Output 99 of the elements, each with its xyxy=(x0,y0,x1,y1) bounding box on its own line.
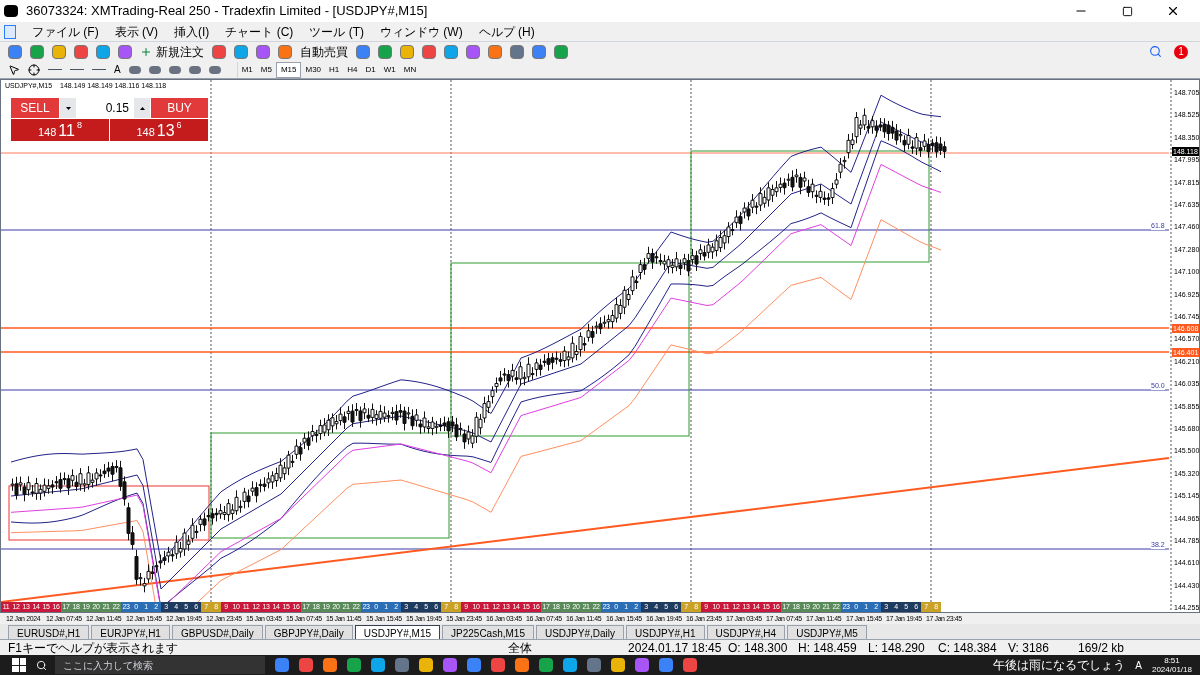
timeframe-button[interactable]: H1 xyxy=(325,61,344,78)
timeframe-button[interactable]: M30 xyxy=(301,61,326,78)
weather-text: 午後は雨になるでしょう xyxy=(993,657,1126,674)
taskbar-app-icon[interactable] xyxy=(491,658,505,672)
toolbar-icon[interactable] xyxy=(278,44,292,59)
taskbar-app-icon[interactable] xyxy=(299,658,313,672)
taskbar-app-icon[interactable] xyxy=(563,658,577,672)
toolbar-icon[interactable] xyxy=(488,44,502,59)
lot-increase-button[interactable] xyxy=(134,98,150,118)
menu-item[interactable]: ヘルプ (H) xyxy=(478,22,535,41)
buy-button[interactable]: BUY xyxy=(151,98,208,118)
app-logo-icon xyxy=(4,5,18,17)
toolbar-icon[interactable] xyxy=(532,44,546,59)
taskbar-app-icon[interactable] xyxy=(635,658,649,672)
timeframe-button[interactable]: MN xyxy=(399,61,421,78)
menu-item[interactable]: ファイル (F) xyxy=(32,22,99,41)
timeframe-button[interactable]: D1 xyxy=(361,61,380,78)
chart-tab[interactable]: USDJPY#,Daily xyxy=(535,625,624,639)
menu-item[interactable]: 表示 (V) xyxy=(114,22,158,41)
taskbar-search-field[interactable]: ここに入力して検索 xyxy=(55,656,265,674)
taskbar-app-icon[interactable] xyxy=(467,658,481,672)
toolbar-icon[interactable] xyxy=(444,44,458,59)
plus-icon xyxy=(140,45,152,58)
menu-item[interactable]: ツール (T) xyxy=(309,22,364,41)
timeframe-button[interactable]: H4 xyxy=(343,61,362,78)
toolbar-icon[interactable] xyxy=(422,44,436,59)
down-triangle-icon xyxy=(65,106,71,110)
menu-item[interactable]: 挿入(I) xyxy=(174,22,210,41)
notification-badge[interactable]: 1 xyxy=(1174,44,1188,59)
status-volume: V: 3186 xyxy=(1008,639,1050,657)
toolbar-icon[interactable] xyxy=(466,44,480,59)
menu-item[interactable]: ウィンドウ (W) xyxy=(380,22,463,41)
chart-tab[interactable]: GBPJPY#,Daily xyxy=(264,625,353,639)
toolbar-icon[interactable] xyxy=(30,44,44,59)
status-low: L: 148.290 xyxy=(868,639,926,657)
toolbar-icon[interactable] xyxy=(212,44,226,59)
chart-tab[interactable]: GBPUSD#,Daily xyxy=(171,625,263,639)
toolbar-icon[interactable] xyxy=(8,44,22,59)
document-icon xyxy=(4,24,16,39)
toolbar-icon[interactable] xyxy=(96,44,110,59)
close-icon xyxy=(1166,4,1180,18)
connection-traffic: 169/2 kb xyxy=(1078,639,1126,657)
chart-tab[interactable]: EURUSD#,H1 xyxy=(8,625,90,639)
timeframe-button[interactable]: W1 xyxy=(379,61,400,78)
chart-tab[interactable]: EURJPY#,H1 xyxy=(91,625,170,639)
search-icon[interactable] xyxy=(1149,45,1162,58)
taskbar-app-icon[interactable] xyxy=(515,658,529,672)
chart-tab[interactable]: JP225Cash,M15 xyxy=(442,625,534,639)
search-icon xyxy=(36,659,47,671)
toolbar-icon[interactable] xyxy=(118,44,132,59)
status-help-text: F1キーでヘルプが表示されます xyxy=(8,639,179,657)
taskbar-app-icon[interactable] xyxy=(587,658,601,672)
toolbar-icon[interactable] xyxy=(400,44,414,59)
timeframe-button[interactable]: M5 xyxy=(256,61,276,78)
toolbar-icon[interactable] xyxy=(510,44,524,59)
chart-tab[interactable]: USDJPY#,H4 xyxy=(706,625,786,639)
window-title: 36073324: XMTrading-Real 250 - Tradexfin Limited - [USDJPY#,M15] xyxy=(26,2,428,21)
status-high: H: 148.459 xyxy=(798,639,858,657)
taskbar-app-icon[interactable] xyxy=(347,658,361,672)
taskbar-app-icon[interactable] xyxy=(371,658,385,672)
chart-tab[interactable]: USDJPY#,M5 xyxy=(787,625,867,639)
status-open: O: 148.300 xyxy=(728,639,789,657)
sell-button[interactable]: SELL xyxy=(11,98,59,118)
menu-item[interactable]: チャート (C) xyxy=(225,22,294,41)
chart-tab[interactable]: USDJPY#,M15 xyxy=(354,625,441,639)
taskbar-app-icon[interactable] xyxy=(323,658,337,672)
new-order-button[interactable]: 新規注文 xyxy=(140,42,204,61)
maximize-icon xyxy=(1121,5,1133,17)
taskbar-app-icon[interactable] xyxy=(683,658,697,672)
profile-name: 全体 xyxy=(508,639,533,657)
cursor-icon[interactable] xyxy=(8,63,20,76)
up-triangle-icon xyxy=(139,106,145,110)
taskbar-app-icon[interactable] xyxy=(395,658,409,672)
clock-time: 8:51 xyxy=(1164,656,1180,665)
toolbar-icon[interactable] xyxy=(52,44,66,59)
toolbar-icon[interactable] xyxy=(256,44,270,59)
toolbar-icon[interactable] xyxy=(554,44,568,59)
chart-tab[interactable]: USDJPY#,H1 xyxy=(626,625,705,639)
toolbar-icon[interactable] xyxy=(378,44,392,59)
ime-indicator[interactable]: A xyxy=(1135,657,1142,673)
toolbar-icon[interactable] xyxy=(74,44,88,59)
status-close: C: 148.384 xyxy=(938,639,998,657)
timeframe-button[interactable]: M1 xyxy=(237,61,257,78)
taskbar-app-icon[interactable] xyxy=(443,658,457,672)
crosshair-icon[interactable] xyxy=(28,63,40,76)
taskbar-app-icon[interactable] xyxy=(611,658,625,672)
lot-decrease-button[interactable] xyxy=(60,98,76,118)
clock-date: 2024/01/18 xyxy=(1151,665,1192,674)
start-icon[interactable] xyxy=(12,658,26,672)
taskbar-app-icon[interactable] xyxy=(539,658,553,672)
text-tool[interactable]: A xyxy=(114,62,121,77)
taskbar-app-icon[interactable] xyxy=(659,658,673,672)
toolbar-icon[interactable] xyxy=(234,44,248,59)
toolbar-icon[interactable] xyxy=(356,44,370,59)
taskbar-app-icon[interactable] xyxy=(275,658,289,672)
taskbar-app-icon[interactable] xyxy=(419,658,433,672)
status-time: 2024.01.17 18:45 xyxy=(628,639,723,657)
timeframe-button[interactable]: M15 xyxy=(275,61,302,78)
auto-trading-button[interactable]: 自動売買 xyxy=(300,42,348,61)
